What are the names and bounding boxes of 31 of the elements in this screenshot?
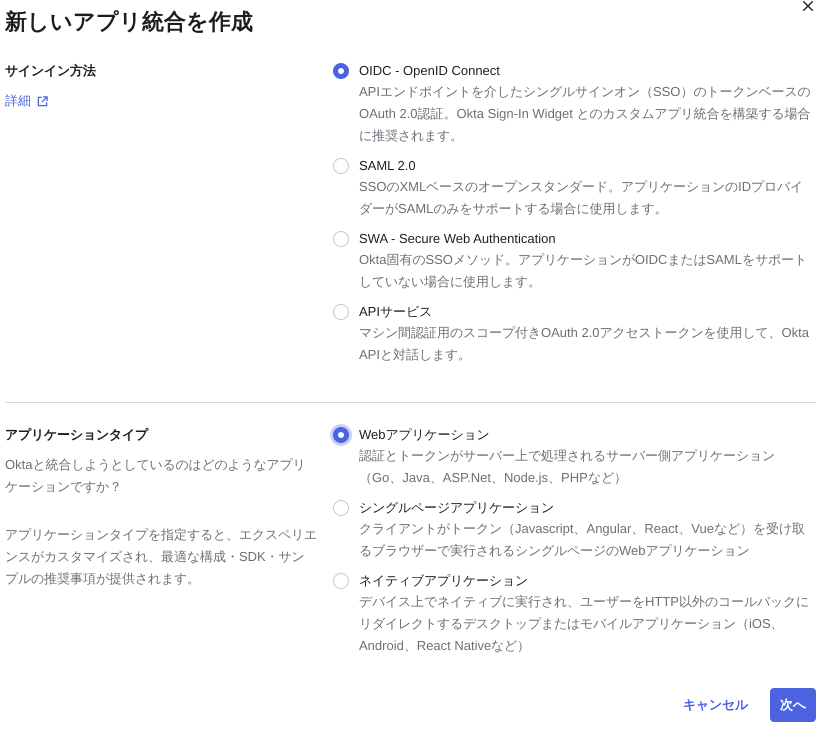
option-description: Okta固有のSSOメソッド。アプリケーションがOIDCまたはSAMLをサポートしていない場合に使用します。 [359, 251, 808, 291]
option-label: シングルページアプリケーション [359, 499, 555, 517]
radio-button[interactable] [333, 158, 349, 174]
dialog-title: 新しいアプリ統合を作成 [5, 8, 253, 36]
section-label: アプリケーションタイプ [5, 426, 148, 444]
details-link[interactable]: 詳細 [5, 91, 48, 111]
section-label: サインイン方法 [5, 62, 96, 80]
next-button[interactable]: 次へ [770, 688, 816, 722]
option-description: クライアントがトークン（Javascript、Angular、React、Vueなど）を受け取るブラウザーで実行されるシングルページのWebアプリケーション [359, 520, 806, 560]
radio-button[interactable] [333, 573, 349, 589]
radio-button[interactable] [333, 304, 349, 320]
option-label: SWA - Secure Web Authentication [359, 230, 557, 248]
radio-button[interactable] [333, 63, 349, 79]
option-label: SAML 2.0 [359, 157, 417, 175]
radio-button[interactable] [330, 424, 352, 446]
option-label: APIサービス [359, 303, 433, 321]
option-description: マシン間認証用のスコープ付きOAuth 2.0アクセストークンを使用して、Okta APIと対話します。 [359, 324, 810, 364]
close-icon[interactable] [803, 1, 813, 11]
option-label: OIDC - OpenID Connect [359, 62, 501, 80]
radio-button[interactable] [333, 500, 349, 516]
option-description: SSOのXMLベースのオープンスタンダード。アプリケーションのIDプロバイダーがSAMLのみをサポートする場合に使用します。 [359, 178, 804, 218]
cancel-button[interactable]: キャンセル [675, 688, 756, 722]
radio-button[interactable] [333, 231, 349, 247]
option-description: APIエンドポイントを介したシングルサインオン（SSO）のトークンベースのOAuth 2.0認証。Okta Sign-In Widget とのカスタムアプリ統合を構築する場合に推奨されます。 [359, 83, 812, 145]
option-description: 認証とトークンがサーバー上で処理されるサーバー側アプリケーション（Go、Java、ASP.Net、Node.js、PHPなど） [359, 447, 776, 487]
option-description: デバイス上でネイティブに実行され、ユーザーをHTTP以外のコールバックにリダイレクトするデスクトップまたはモバイルアプリケーション（iOS、Android、React Nativeなど） [359, 593, 810, 655]
option-label: Webアプリケーション [359, 426, 490, 444]
section-description: アプリケーションタイプを指定すると、エクスペリエンスがカスタマイズされ、最適な構成・SDK・サンプルの推奨事項が提供されます。 [5, 526, 317, 588]
section-description: Oktaと統合しようとしているのはどのようなアプリケーションですか？ [5, 456, 306, 496]
external-link-icon [37, 96, 48, 106]
option-label: ネイティブアプリケーション [359, 572, 529, 590]
